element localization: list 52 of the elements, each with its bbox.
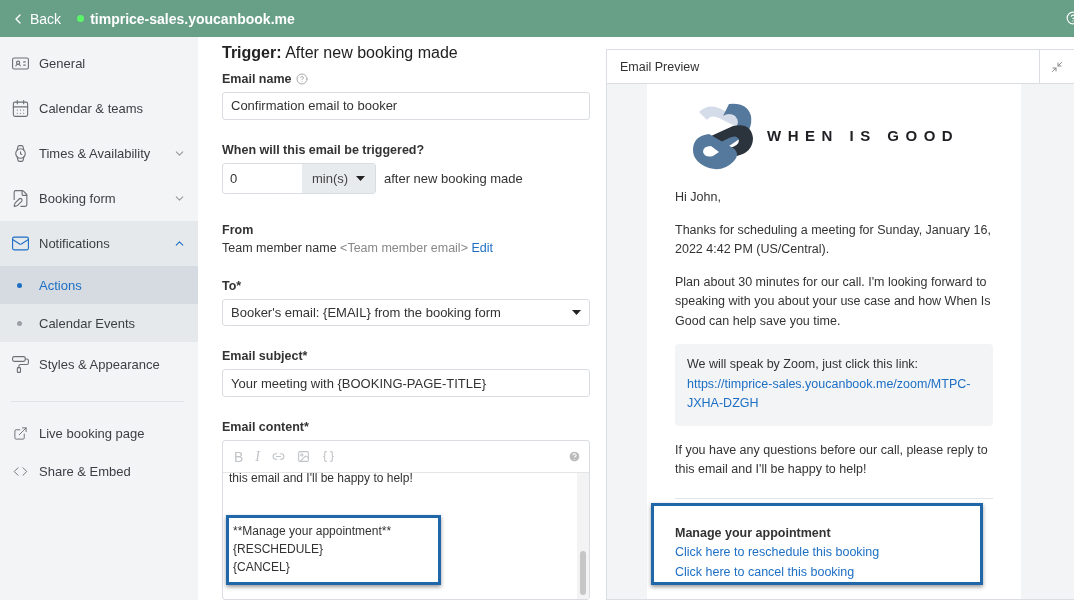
recipient-dropdown[interactable]: Booker's email: {EMAIL} from the booking form bbox=[222, 298, 590, 327]
editor-line: this email and I'll be happy to help! bbox=[229, 470, 414, 488]
manage-title: Manage your appointment bbox=[675, 524, 832, 542]
field-label: When will this email be triggered? bbox=[222, 142, 425, 157]
editor-line: {CANCEL} bbox=[233, 559, 291, 577]
zoom-link[interactable]: https://timprice-sales.youcanbook.me/zoom/MTPC-JXHA-DZGH bbox=[687, 374, 981, 414]
sidebar-item[interactable]: Styles & Appearance bbox=[0, 342, 198, 387]
image-icon[interactable] bbox=[297, 450, 310, 464]
field-label: Email subject* bbox=[222, 349, 308, 364]
logo-text: WHEN IS GOOD bbox=[767, 126, 960, 146]
sidebar-item-icon bbox=[11, 234, 30, 253]
email-paragraph: Plan about 30 minutes for our call. I'm looking forward to speaking with you about your use case and how When Is Good can help save you time. bbox=[675, 273, 992, 330]
sidebar-item-icon bbox=[11, 189, 30, 208]
braces-icon[interactable] bbox=[322, 450, 335, 464]
email-paragraph: Thanks for scheduling a meeting for Sunday, January 16, 2022 4:42 PM (US/Central). bbox=[675, 221, 992, 258]
caret-icon bbox=[572, 310, 581, 316]
email-name-field[interactable]: Confirmation email to booker bbox=[222, 92, 590, 120]
sidebar-item[interactable]: Notifications bbox=[0, 221, 198, 266]
zoom-text: We will speak by Zoom, just click this link: bbox=[687, 356, 920, 373]
sidebar-subitem[interactable]: Calendar Events bbox=[0, 304, 198, 342]
subject-field[interactable]: Your meeting with {BOOKING-PAGE-TITLE} bbox=[222, 369, 590, 398]
field-label: Email content* bbox=[222, 420, 309, 435]
sidebar-item-icon bbox=[11, 99, 30, 118]
edit-link[interactable]: Edit bbox=[471, 240, 493, 255]
sidebar-link[interactable]: Share & Embed bbox=[0, 452, 198, 490]
help-icon[interactable] bbox=[296, 73, 309, 85]
email-paragraph: If you have any questions before our call, please reply to this email and I'll be happy to help! bbox=[675, 441, 989, 478]
sidebar-item[interactable]: Times & Availability bbox=[0, 131, 198, 176]
external-link-icon bbox=[13, 425, 28, 441]
sidebar-item-icon bbox=[11, 54, 30, 73]
sidebar-subitem[interactable]: Actions bbox=[0, 266, 198, 304]
manage-link[interactable]: Click here to reschedule this booking bbox=[675, 543, 980, 563]
field-label: Email name bbox=[222, 72, 292, 86]
preview-title: Email Preview bbox=[619, 58, 701, 76]
editor-line: **Manage your appointment** bbox=[233, 523, 393, 541]
sidebar-item[interactable]: Booking form bbox=[0, 176, 198, 221]
sidebar-item[interactable]: General bbox=[0, 41, 198, 86]
content-editor[interactable]: B I this email and I'll be happy to help! **Manage your appointment** {RESCHEDULE} {CANCEL} bbox=[222, 440, 590, 600]
timing-suffix: after new booking made bbox=[384, 170, 523, 186]
trigger-title: Trigger: After new booking made bbox=[222, 44, 459, 62]
collapse-icon bbox=[1051, 60, 1063, 73]
scrollbar-thumb[interactable] bbox=[580, 551, 586, 595]
sender-text: Team member name <Team member email> bbox=[222, 240, 468, 255]
manage-link[interactable]: Click here to cancel this booking bbox=[675, 562, 980, 582]
sidebar-item[interactable]: Calendar & teams bbox=[0, 86, 198, 131]
site-name: timprice-sales.youcanbook.me bbox=[90, 10, 295, 27]
greeting-text: Hi John, bbox=[675, 189, 722, 206]
sidebar-link[interactable]: Live booking page bbox=[0, 414, 198, 452]
field-label: To* bbox=[222, 278, 242, 293]
field-label: From bbox=[222, 222, 254, 237]
editor-line: {RESCHEDULE} bbox=[233, 541, 325, 559]
sidebar-item-icon bbox=[11, 355, 30, 374]
